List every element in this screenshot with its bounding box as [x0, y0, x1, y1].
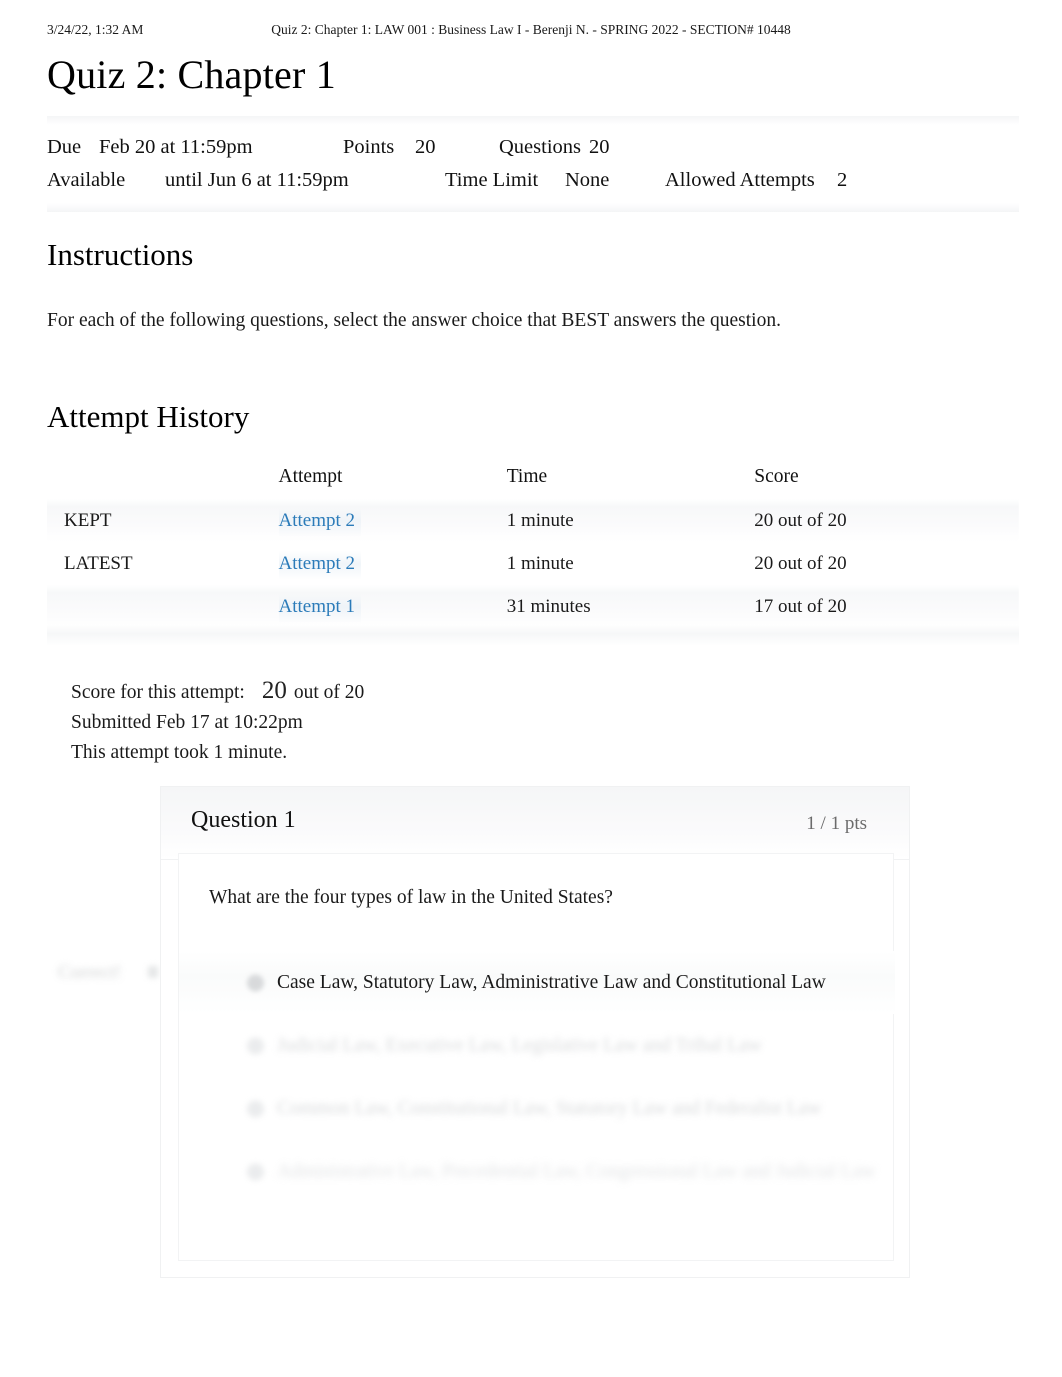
- question-points: 1 / 1 pts: [806, 813, 867, 834]
- attempt-flag: LATEST: [64, 552, 133, 574]
- points-label: Points: [343, 136, 395, 158]
- attempt-history-heading: Attempt History: [47, 399, 250, 434]
- instructions-body: For each of the following questions, sel…: [47, 310, 781, 331]
- score-for-attempt-line: Score for this attempt: 20 out of 20: [71, 676, 364, 708]
- time-limit-label: Time Limit: [445, 169, 539, 191]
- question-card: Question 1 1 / 1 pts What are the four t…: [160, 786, 910, 1278]
- answer-option[interactable]: Judicial Law, Executive Law, Legislative…: [179, 1014, 895, 1077]
- table-row: KEPT Attempt 2 1 minute 20 out of 20: [47, 499, 1019, 542]
- attempt-score: 20 out of 20: [754, 509, 847, 531]
- score-value: 20: [261, 677, 287, 704]
- attempt-cell: Attempt 2: [278, 499, 507, 542]
- column-header-attempt: Attempt: [278, 466, 343, 487]
- attempt-time: 31 minutes: [506, 595, 591, 617]
- questions-value: 20: [589, 136, 610, 158]
- quiz-meta-row-primary: Due Feb 20 at 11:59pm Points 20 Question…: [47, 131, 1019, 164]
- question-prompt: What are the four types of law in the Un…: [209, 887, 613, 908]
- time-limit-value: None: [565, 169, 610, 191]
- table-row: Attempt 1 31 minutes 17 out of 20: [47, 585, 1019, 628]
- attempt-link[interactable]: Attempt 2: [278, 507, 362, 537]
- attempt-history-head: Attempt Time Score: [47, 455, 1019, 499]
- attempt-link[interactable]: Attempt 1: [278, 593, 362, 623]
- attempt-score: 20 out of 20: [754, 552, 847, 574]
- table-header-row: Attempt Time Score: [47, 455, 1019, 499]
- questions-label: Questions: [499, 136, 581, 158]
- meta-divider-bottom: [47, 203, 1019, 212]
- correct-marker-arrow-icon: [148, 966, 158, 978]
- table-footer-band: [47, 624, 1019, 646]
- attempt-summary: Score for this attempt: 20 out of 20 Sub…: [71, 676, 364, 768]
- attempt-history-body: KEPT Attempt 2 1 minute 20 out of 20 LAT…: [47, 499, 1019, 628]
- answer-option-label: Common Law, Constitutional Law, Statutor…: [277, 1097, 822, 1119]
- answer-option[interactable]: Case Law, Statutory Law, Administrative …: [179, 951, 895, 1014]
- column-header-time: Time: [506, 466, 548, 487]
- attempt-cell: Attempt 2: [278, 542, 507, 585]
- print-header: 3/24/22, 1:32 AM Quiz 2: Chapter 1: LAW …: [0, 22, 1062, 42]
- correct-marker-label: Correct!: [58, 962, 122, 983]
- quiz-meta-row-secondary: Available until Jun 6 at 11:59pm Time Li…: [47, 164, 1019, 197]
- attempt-flag: [47, 585, 279, 628]
- attempt-time: 1 minute: [506, 509, 574, 531]
- print-page-title: Quiz 2: Chapter 1: LAW 001 : Business La…: [271, 22, 791, 37]
- allowed-attempts-value: 2: [837, 169, 848, 191]
- attempt-link[interactable]: Attempt 2: [278, 550, 362, 580]
- attempt-duration: This attempt took 1 minute.: [71, 742, 288, 763]
- radio-button-icon[interactable]: [247, 974, 264, 991]
- page-title: Quiz 2: Chapter 1: [47, 52, 336, 97]
- instructions-heading: Instructions: [47, 237, 194, 272]
- due-value: Feb 20 at 11:59pm: [99, 136, 253, 158]
- answer-option[interactable]: Common Law, Constitutional Law, Statutor…: [179, 1077, 895, 1140]
- question-header: Question 1 1 / 1 pts: [161, 787, 909, 860]
- allowed-attempts-label: Allowed Attempts: [665, 169, 815, 191]
- answer-option-label: Case Law, Statutory Law, Administrative …: [277, 971, 826, 993]
- attempt-history-table: Attempt Time Score KEPT Attempt 2 1 minu…: [47, 455, 1019, 628]
- attempt-flag: KEPT: [64, 509, 112, 531]
- available-value: until Jun 6 at 11:59pm: [165, 169, 349, 191]
- quiz-meta-bar: Due Feb 20 at 11:59pm Points 20 Question…: [47, 116, 1019, 212]
- radio-button-icon[interactable]: [247, 1037, 264, 1054]
- question-body: What are the four types of law in the Un…: [178, 853, 895, 1261]
- available-label: Available: [47, 169, 126, 191]
- attempt-cell: Attempt 1: [278, 585, 507, 628]
- attempt-score: 17 out of 20: [754, 595, 847, 617]
- answer-option-label: Judicial Law, Executive Law, Legislative…: [277, 1034, 762, 1056]
- radio-button-icon[interactable]: [247, 1100, 264, 1117]
- submitted-timestamp: Submitted Feb 17 at 10:22pm: [71, 712, 303, 733]
- quiz-meta-rows: Due Feb 20 at 11:59pm Points 20 Question…: [47, 125, 1019, 203]
- column-header-score: Score: [754, 466, 799, 487]
- attempt-time: 1 minute: [506, 552, 574, 574]
- score-label: Score for this attempt:: [71, 682, 245, 703]
- question-title: Question 1: [191, 807, 296, 833]
- table-row: LATEST Attempt 2 1 minute 20 out of 20: [47, 542, 1019, 585]
- due-label: Due: [47, 136, 82, 158]
- answer-option-label: Administrative Law, Precedential Law, Co…: [277, 1160, 876, 1182]
- meta-divider-top: [47, 116, 1019, 125]
- score-out-of: out of 20: [293, 682, 365, 703]
- answer-option[interactable]: Administrative Law, Precedential Law, Co…: [179, 1140, 895, 1203]
- radio-button-icon[interactable]: [247, 1163, 264, 1180]
- answer-options-list: Case Law, Statutory Law, Administrative …: [179, 951, 895, 1203]
- points-value: 20: [415, 136, 436, 158]
- column-header-flag: [47, 455, 279, 499]
